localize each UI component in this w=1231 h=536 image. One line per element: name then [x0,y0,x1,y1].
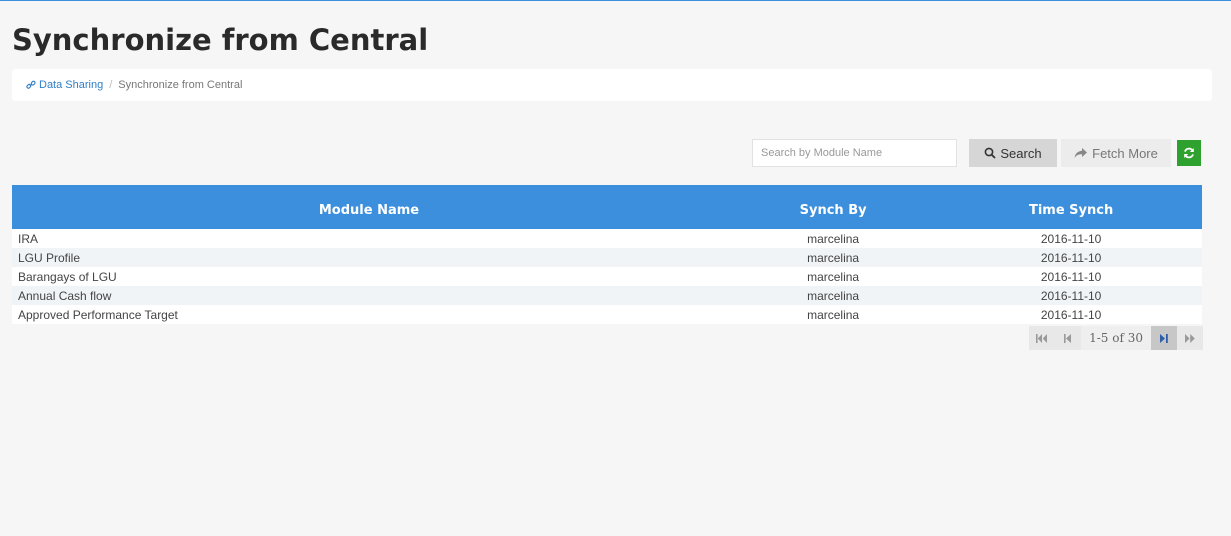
sync-table: Module Name Synch By Time Synch IRA marc… [12,185,1202,324]
cell-module-name: Annual Cash flow [18,288,112,303]
search-button[interactable]: Search [969,139,1057,167]
breadcrumb-current: Synchronize from Central [118,79,243,91]
last-page-button[interactable] [1177,326,1203,350]
first-page-button[interactable] [1029,326,1056,350]
cell-module-name: IRA [18,231,39,246]
cell-synch-by: marcelina [807,269,860,284]
page-title: Synchronize from Central [12,23,429,57]
search-input[interactable] [752,139,957,167]
refresh-icon [1184,147,1194,159]
pagination: 1-5 of 30 [1029,326,1203,350]
table-header-row: Module Name Synch By Time Synch [12,185,1202,229]
cell-time-synch: 2016-11-10 [1040,231,1102,246]
breadcrumb-separator: / [109,79,113,91]
first-page-icon [1036,333,1048,343]
cell-time-synch: 2016-11-10 [1040,307,1102,322]
last-page-icon [1184,333,1195,343]
column-header-time-synch[interactable]: Time Synch [940,185,1202,229]
search-icon [984,147,997,159]
prev-page-icon [1064,333,1072,343]
table-row[interactable]: Barangays of LGU marcelina 2016-11-10 [12,267,1202,286]
breadcrumb-link-data-sharing[interactable]: Data Sharing [26,79,103,91]
cell-synch-by: marcelina [807,231,860,246]
cell-module-name: LGU Profile [18,250,81,265]
pagination-info: 1-5 of 30 [1081,326,1151,350]
cell-synch-by: marcelina [807,307,860,322]
cell-module-name: Approved Performance Target [18,307,178,322]
column-header-module-name[interactable]: Module Name [12,185,726,229]
breadcrumb-parent-label: Data Sharing [39,79,104,91]
sync-table-container: Module Name Synch By Time Synch IRA marc… [12,185,1202,324]
prev-page-button[interactable] [1055,326,1082,350]
cell-synch-by: marcelina [807,288,860,303]
fetch-more-label: Fetch More [1092,145,1158,161]
refresh-button[interactable] [1177,140,1201,166]
table-row[interactable]: LGU Profile marcelina 2016-11-10 [12,248,1202,267]
cell-time-synch: 2016-11-10 [1040,250,1102,265]
next-page-button[interactable] [1151,326,1177,350]
next-page-icon [1160,333,1168,343]
table-row[interactable]: Annual Cash flow marcelina 2016-11-10 [12,286,1202,305]
share-arrow-icon [1074,147,1088,158]
cell-module-name: Barangays of LGU [18,269,117,284]
cell-time-synch: 2016-11-10 [1040,269,1102,284]
link-icon [26,80,36,89]
table-row[interactable]: IRA marcelina 2016-11-10 [12,229,1202,248]
search-button-label: Search [1000,145,1042,161]
table-row[interactable]: Approved Performance Target marcelina 20… [12,305,1202,324]
cell-synch-by: marcelina [807,250,860,265]
cell-time-synch: 2016-11-10 [1040,288,1102,303]
column-header-synch-by[interactable]: Synch By [726,185,940,229]
fetch-more-button[interactable]: Fetch More [1061,139,1171,167]
toolbar: Search Fetch More [752,139,1201,167]
breadcrumb: Data Sharing / Synchronize from Central [12,69,1212,101]
